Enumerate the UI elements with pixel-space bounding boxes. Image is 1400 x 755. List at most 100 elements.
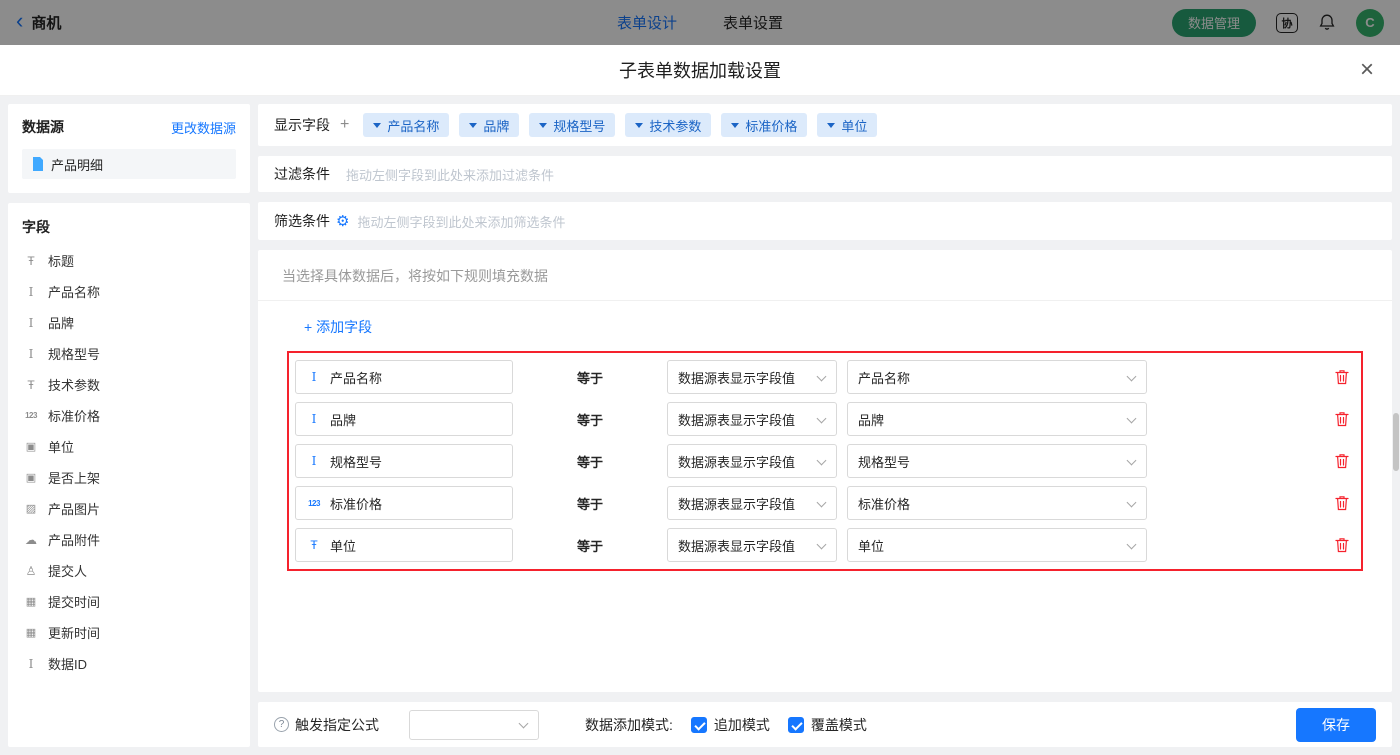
user-avatar[interactable]: C xyxy=(1356,9,1384,37)
mode-checkbox[interactable] xyxy=(788,717,804,733)
gear-icon[interactable]: ⚙ xyxy=(336,212,349,230)
chevron-down-icon xyxy=(1127,499,1136,508)
add-field-button[interactable]: + 添加字段 xyxy=(304,317,372,337)
rule-target-select[interactable]: 单位 xyxy=(847,528,1147,562)
dropdown-triangle-icon xyxy=(539,123,547,132)
bell-icon[interactable] xyxy=(1318,13,1336,32)
mode-option[interactable]: 追加模式 xyxy=(691,715,770,735)
formula-select[interactable] xyxy=(409,710,539,740)
rule-operator: 等于 xyxy=(513,452,667,471)
delete-rule-button[interactable] xyxy=(1335,369,1349,385)
field-item[interactable]: 规格型号 xyxy=(22,338,236,369)
mode-option[interactable]: 覆盖模式 xyxy=(788,715,867,735)
field-item[interactable]: 技术参数 xyxy=(22,369,236,400)
change-datasource-link[interactable]: 更改数据源 xyxy=(171,118,236,137)
rule-source-select[interactable]: 数据源表显示字段值 xyxy=(667,360,837,394)
back-chevron-icon[interactable]: ‹ xyxy=(16,10,23,32)
dropdown-triangle-icon xyxy=(827,123,835,132)
rule-source-select[interactable]: 数据源表显示字段值 xyxy=(667,402,837,436)
field-item[interactable]: 是否上架 xyxy=(22,462,236,493)
display-field-tag[interactable]: 标准价格 xyxy=(721,113,807,137)
tab-form-settings[interactable]: 表单设置 xyxy=(723,12,783,33)
rule-row: 单位 等于 数据源表显示字段值 单位 xyxy=(295,524,1355,566)
delete-rule-button[interactable] xyxy=(1335,537,1349,553)
field-item[interactable]: 单位 xyxy=(22,431,236,462)
delete-rule-button[interactable] xyxy=(1335,411,1349,427)
filter-dropzone[interactable]: 拖动左侧字段到此处来添加过滤条件 xyxy=(346,165,1376,184)
field-item[interactable]: 更新时间 xyxy=(22,617,236,648)
datasource-title: 数据源 xyxy=(22,117,64,137)
rules-highlight-box: 产品名称 等于 数据源表显示字段值 产品名称 xyxy=(287,351,1363,571)
number-icon xyxy=(22,411,40,420)
field-item[interactable]: 产品图片 xyxy=(22,493,236,524)
mode-checkbox[interactable] xyxy=(691,717,707,733)
field-item[interactable]: 产品名称 xyxy=(22,276,236,307)
chevron-down-icon xyxy=(519,720,528,729)
rule-source-select[interactable]: 数据源表显示字段值 xyxy=(667,444,837,478)
screening-label: 筛选条件 xyxy=(274,211,330,231)
rule-target-select[interactable]: 品牌 xyxy=(847,402,1147,436)
rule-field-label: 规格型号 xyxy=(330,452,382,471)
trash-icon xyxy=(1335,537,1349,553)
delete-rule-button[interactable] xyxy=(1335,495,1349,511)
rule-row: 标准价格 等于 数据源表显示字段值 标准价格 xyxy=(295,482,1355,524)
datasource-item[interactable]: 产品明细 xyxy=(22,149,236,179)
rule-source-select[interactable]: 数据源表显示字段值 xyxy=(667,528,837,562)
scrollbar-thumb[interactable] xyxy=(1393,413,1399,471)
field-item[interactable]: 提交时间 xyxy=(22,586,236,617)
collaboration-badge-icon[interactable]: 协 xyxy=(1276,13,1298,33)
field-item[interactable]: 品牌 xyxy=(22,307,236,338)
title-icon xyxy=(306,538,322,552)
rule-source-value: 数据源表显示字段值 xyxy=(678,536,795,555)
rule-field-label: 标准价格 xyxy=(330,494,382,513)
display-field-tag[interactable]: 规格型号 xyxy=(529,113,615,137)
rule-field-input[interactable]: 规格型号 xyxy=(295,444,513,478)
help-icon[interactable]: ? xyxy=(274,717,289,732)
document-icon xyxy=(32,157,44,171)
rule-target-select[interactable]: 标准价格 xyxy=(847,486,1147,520)
field-item[interactable]: 标准价格 xyxy=(22,400,236,431)
rule-field-input[interactable]: 品牌 xyxy=(295,402,513,436)
trash-icon xyxy=(1335,495,1349,511)
left-panel: 数据源 更改数据源 产品明细 字段 标题 产品名称 xyxy=(8,104,250,747)
field-label: 标准价格 xyxy=(48,406,100,425)
modal-title: 子表单数据加载设置 xyxy=(619,57,781,83)
display-field-tag[interactable]: 品牌 xyxy=(459,113,519,137)
chevron-down-icon xyxy=(817,499,826,508)
screening-dropzone[interactable]: 拖动左侧字段到此处来添加筛选条件 xyxy=(357,212,1376,231)
display-field-tag[interactable]: 单位 xyxy=(817,113,877,137)
dropdown-triangle-icon xyxy=(373,123,381,132)
screening-bar: 筛选条件 ⚙ 拖动左侧字段到此处来添加筛选条件 xyxy=(258,202,1392,240)
tab-form-design[interactable]: 表单设计 xyxy=(617,12,677,33)
field-item[interactable]: 标题 xyxy=(22,245,236,276)
rule-field-input[interactable]: 标准价格 xyxy=(295,486,513,520)
close-icon[interactable]: × xyxy=(1360,58,1374,82)
tag-label: 技术参数 xyxy=(649,116,701,135)
rule-operator: 等于 xyxy=(513,410,667,429)
add-display-field-button[interactable]: + xyxy=(340,116,349,134)
rule-field-label: 品牌 xyxy=(330,410,356,429)
rule-target-select[interactable]: 规格型号 xyxy=(847,444,1147,478)
tag-label: 品牌 xyxy=(483,116,509,135)
rule-row: 规格型号 等于 数据源表显示字段值 规格型号 xyxy=(295,440,1355,482)
rule-source-select[interactable]: 数据源表显示字段值 xyxy=(667,486,837,520)
dropdown-triangle-icon xyxy=(731,123,739,132)
field-item[interactable]: 数据ID xyxy=(22,648,236,679)
select-icon xyxy=(22,440,40,453)
delete-rule-button[interactable] xyxy=(1335,453,1349,469)
field-label: 产品名称 xyxy=(48,282,100,301)
field-item[interactable]: 产品附件 xyxy=(22,524,236,555)
rule-target-select[interactable]: 产品名称 xyxy=(847,360,1147,394)
rule-field-input[interactable]: 单位 xyxy=(295,528,513,562)
rule-target-value: 产品名称 xyxy=(858,368,910,387)
display-field-tag[interactable]: 技术参数 xyxy=(625,113,711,137)
image-icon xyxy=(22,502,40,515)
text-icon xyxy=(306,454,322,468)
rule-field-input[interactable]: 产品名称 xyxy=(295,360,513,394)
rule-source-value: 数据源表显示字段值 xyxy=(678,368,795,387)
save-button[interactable]: 保存 xyxy=(1296,708,1376,742)
rule-source-value: 数据源表显示字段值 xyxy=(678,494,795,513)
field-item[interactable]: 提交人 xyxy=(22,555,236,586)
display-field-tag[interactable]: 产品名称 xyxy=(363,113,449,137)
data-manage-button[interactable]: 数据管理 xyxy=(1172,9,1256,37)
